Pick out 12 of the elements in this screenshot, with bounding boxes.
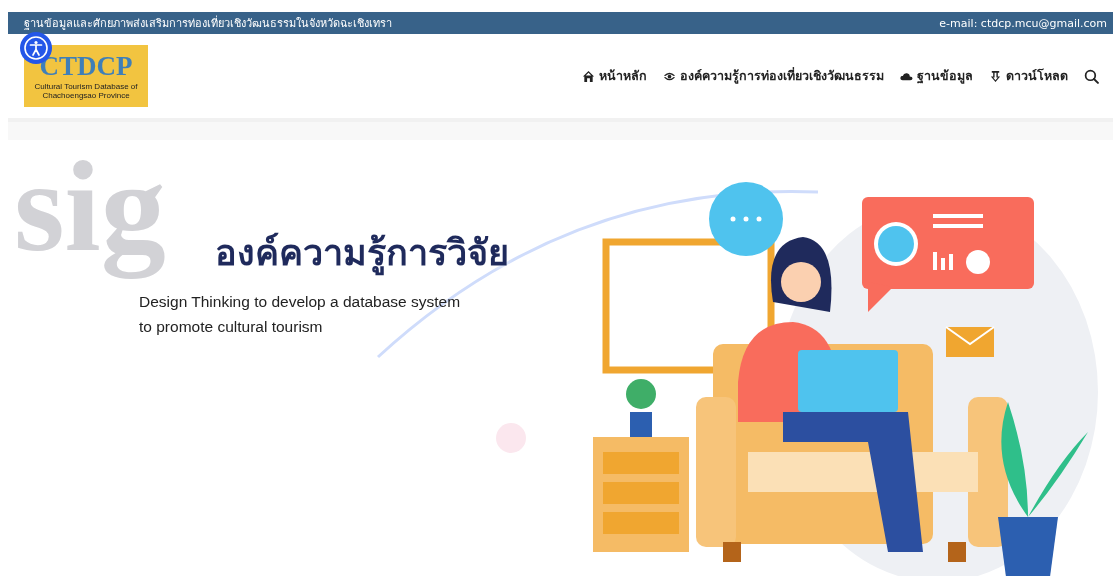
nav-link[interactable]: องค์ความรู้การท่องเที่ยวเชิงวัฒนธรรม: [663, 66, 884, 86]
logo[interactable]: CTDCP Cultural Tourism Database of Chachoengsao Province: [24, 45, 148, 107]
nav-link[interactable]: ดาวน์โหลด: [989, 66, 1068, 86]
nav-link[interactable]: หน้าหลัก: [582, 66, 647, 86]
hero-subtitle: Design Thinking to develop a database system to promote cultural tourism: [139, 292, 462, 337]
home-icon: [582, 69, 595, 83]
email-text: e-mail: ctdcp.mcu@gmail.com: [939, 16, 1107, 30]
search-button[interactable]: [1084, 68, 1099, 84]
download-icon: [989, 69, 1002, 83]
hero-title: องค์ความรู้การวิจัย: [215, 224, 509, 281]
site-title: ฐานข้อมูลและศักยภาพส่งเสริมการท่องเที่ยวเชิงวัฒนธรรมในจังหวัดฉะเชิงเทรา: [24, 14, 392, 32]
nav-link[interactable]: ฐานข้อมูล: [900, 66, 973, 86]
